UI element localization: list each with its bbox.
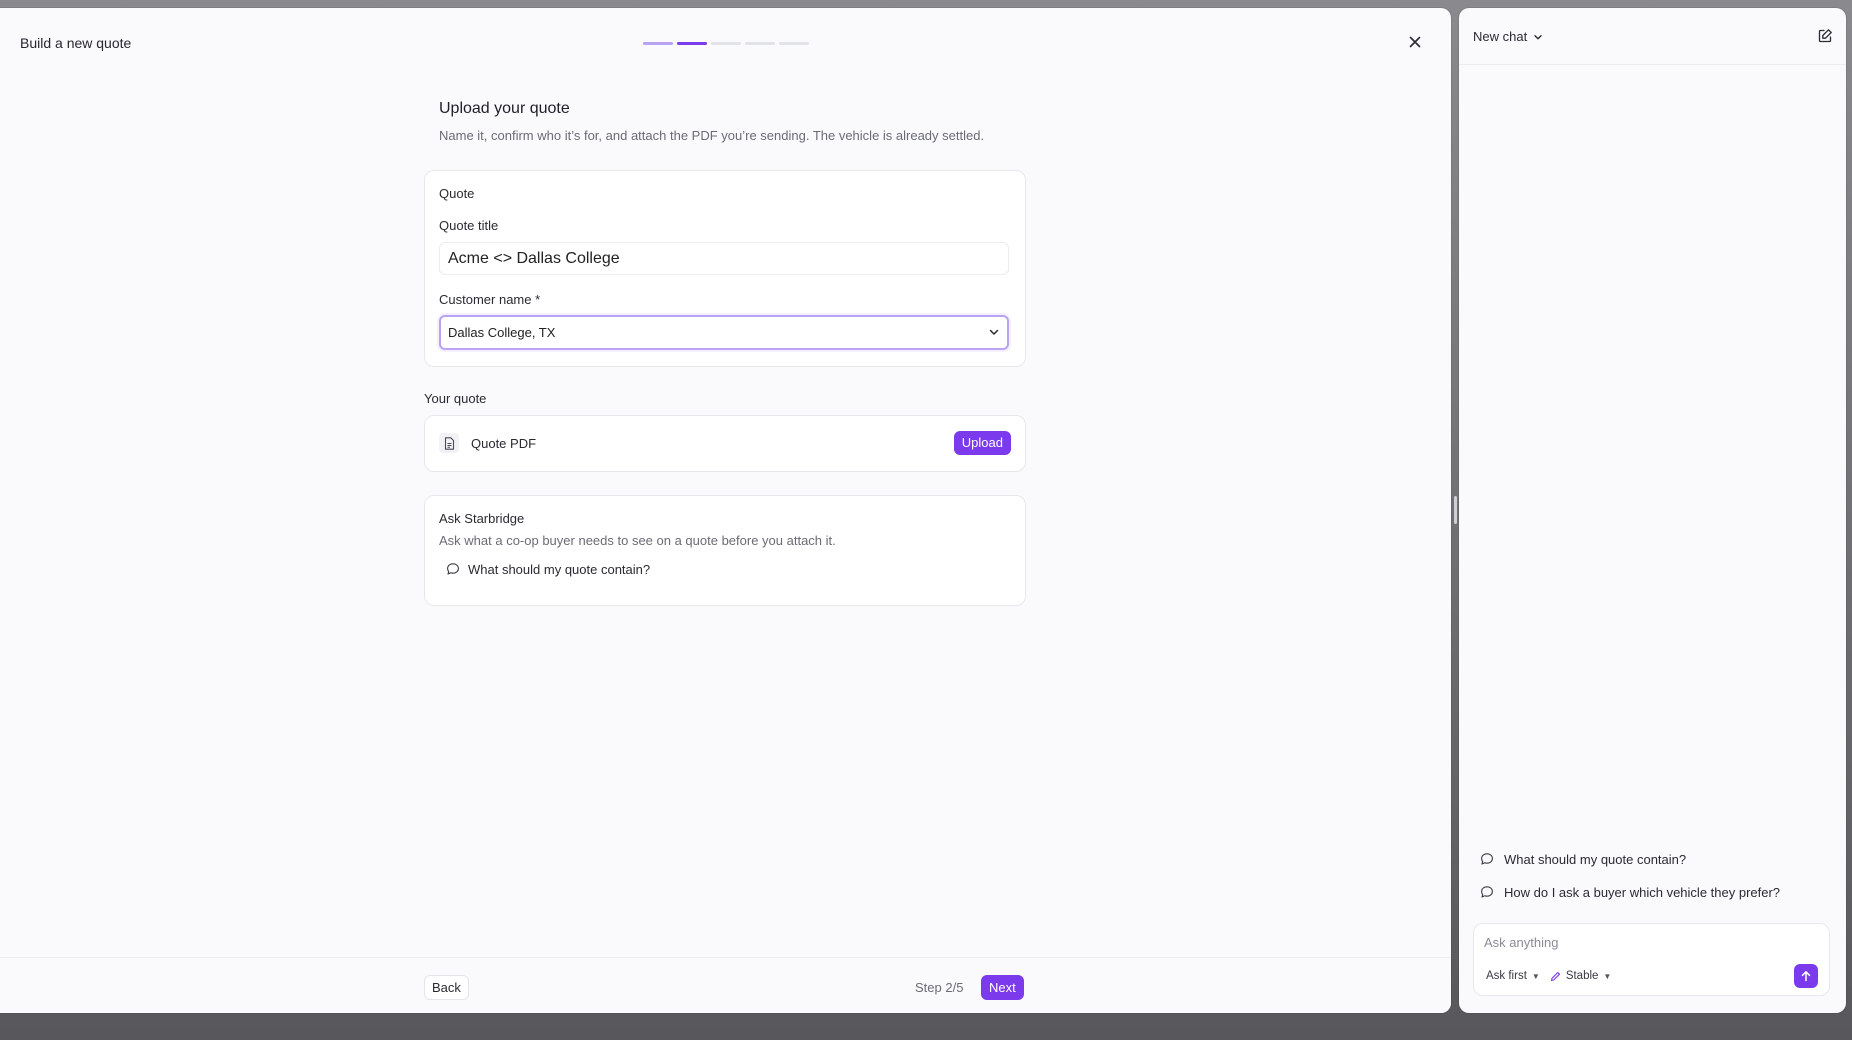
close-button[interactable] (1405, 32, 1425, 52)
chat-bubble-icon (1481, 853, 1493, 865)
quote-pdf-name: Quote PDF (471, 435, 537, 451)
arrow-up-icon (1801, 971, 1811, 982)
mode-label: Ask first (1486, 970, 1527, 982)
quote-builder-panel: Build a new quote Upload your quote Name… (0, 8, 1451, 1013)
page-title: Build a new quote (20, 35, 132, 51)
chat-panel: New chat What should my quote contain? H… (1459, 8, 1846, 1013)
progress-step-5 (779, 42, 809, 45)
close-icon (1409, 36, 1421, 48)
pen-icon (1550, 971, 1560, 981)
chat-suggestion-text: How do I ask a buyer which vehicle they … (1504, 884, 1781, 900)
customer-name-value: Dallas College, TX (448, 324, 556, 340)
chevron-down-icon (989, 329, 999, 335)
chat-bubble-icon (447, 563, 459, 575)
new-chat-button[interactable] (1817, 28, 1835, 46)
chat-input[interactable] (1484, 935, 1784, 950)
chat-header: New chat (1459, 8, 1846, 65)
chevron-down-icon (1534, 34, 1542, 39)
panel-resize-handle[interactable] (1454, 496, 1457, 524)
chat-bubble-icon (1481, 886, 1493, 898)
chat-composer: Ask first ▼ Stable ▼ (1473, 923, 1830, 996)
progress-step-4 (745, 42, 775, 45)
progress-step-1 (643, 42, 673, 45)
document-icon (439, 433, 459, 453)
caret-down-icon: ▼ (1603, 971, 1612, 981)
model-label: Stable (1565, 970, 1599, 982)
ask-suggestion-quote-contents[interactable]: What should my quote contain? (446, 562, 1011, 577)
quote-title-input[interactable]: Acme <> Dallas College (439, 241, 1009, 275)
chat-suggestion-1[interactable]: What should my quote contain? (1480, 850, 1840, 868)
step-progress (643, 42, 809, 45)
quote-pdf-card: Quote PDF Upload (424, 414, 1026, 472)
step-heading: Upload your quote (439, 100, 570, 117)
ask-starbridge-description: Ask what a co-op buyer needs to see on a… (439, 532, 836, 548)
chat-title: New chat (1473, 29, 1528, 44)
back-button[interactable]: Back (424, 975, 469, 1000)
chat-suggestion-2[interactable]: How do I ask a buyer which vehicle they … (1480, 883, 1840, 901)
next-button[interactable]: Next (981, 975, 1024, 1000)
chat-selector[interactable]: New chat (1473, 29, 1543, 44)
step-indicator: Step 2/5 (915, 980, 964, 995)
mode-dropdown[interactable]: Ask first ▼ (1486, 970, 1540, 982)
composer-tools: Ask first ▼ Stable ▼ (1486, 970, 1611, 982)
quote-pdf-info: Quote PDF (439, 433, 536, 453)
caret-down-icon: ▼ (1531, 971, 1540, 981)
progress-step-2 (677, 42, 707, 45)
customer-name-label: Customer name * (439, 291, 541, 307)
send-button[interactable] (1794, 964, 1818, 988)
step-content: Upload your quote Name it, confirm who i… (424, 100, 1026, 606)
compose-icon (1818, 29, 1832, 43)
upload-button[interactable]: Upload (953, 431, 1011, 455)
desktop: Build a new quote Upload your quote Name… (0, 0, 1852, 1040)
your-quote-label: Your quote (424, 390, 487, 406)
progress-step-3 (711, 42, 741, 45)
quote-details-card: Quote Quote title Acme <> Dallas College… (424, 169, 1026, 367)
model-dropdown[interactable]: Stable ▼ (1550, 970, 1612, 982)
quote-title-label: Quote title (439, 217, 499, 233)
customer-name-select[interactable]: Dallas College, TX (439, 314, 1009, 350)
quote-card-label: Quote (439, 185, 475, 201)
ask-suggestion-text: What should my quote contain? (468, 561, 651, 577)
chat-suggestions: What should my quote contain? How do I a… (1480, 850, 1840, 916)
step-description: Name it, confirm who it’s for, and attac… (439, 128, 985, 143)
chat-suggestion-text: What should my quote contain? (1504, 851, 1687, 867)
ask-starbridge-card: Ask Starbridge Ask what a co-op buyer ne… (424, 494, 1026, 606)
wizard-footer: Back Step 2/5 Next (0, 957, 1451, 1013)
ask-starbridge-title: Ask Starbridge (439, 510, 525, 526)
